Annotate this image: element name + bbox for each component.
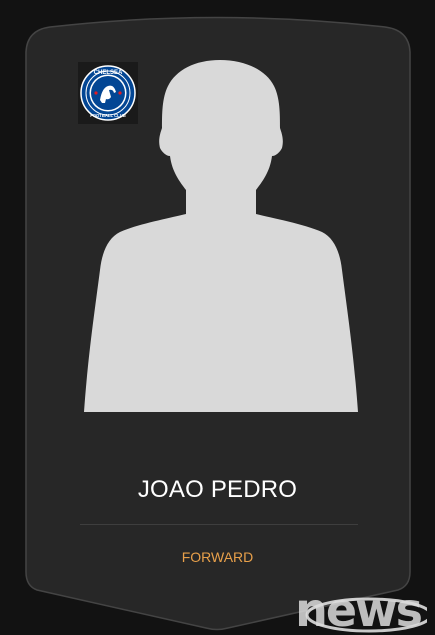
- news-watermark: news: [295, 587, 427, 633]
- card-divider: [80, 524, 358, 525]
- player-silhouette-icon: [84, 60, 358, 412]
- player-name: JOAO PEDRO: [137, 476, 298, 503]
- player-card[interactable]: CHELSEA FOOTBALL CLUB JOAO PEDRO FORWARD: [0, 0, 435, 635]
- player-card-page: CHELSEA FOOTBALL CLUB JOAO PEDRO FORWARD…: [0, 0, 435, 635]
- watermark-text: news: [295, 583, 423, 635]
- player-position: FORWARD: [181, 549, 254, 565]
